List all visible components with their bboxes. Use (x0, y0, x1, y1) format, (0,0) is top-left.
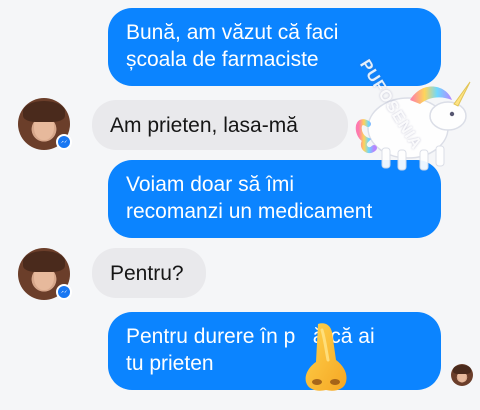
messenger-icon (56, 134, 72, 150)
chat-thread: Bună, am văzut că faci școala de farmaci… (0, 0, 480, 410)
contact-avatar[interactable] (18, 248, 72, 300)
contact-avatar[interactable] (18, 98, 72, 150)
message-text: Bună, am văzut că faci (126, 21, 339, 44)
message-bubble-outgoing[interactable]: Pentru durere în p ă că ai tu prieten (108, 312, 441, 390)
message-text: recomanzi un medicament (126, 200, 373, 223)
seen-avatar-icon (451, 364, 473, 386)
message-bubble-incoming[interactable]: Pentru? (92, 248, 206, 298)
message-text: Pentru? (110, 262, 184, 285)
nose-emoji-icon (305, 323, 347, 391)
message-text: tu prieten (126, 352, 214, 375)
message-bubble-incoming[interactable]: Am prieten, lasa-mă (92, 100, 348, 150)
message-text: Pentru durere în p ă că ai (126, 325, 375, 348)
message-text: Am prieten, lasa-mă (110, 114, 298, 137)
messenger-icon (56, 284, 72, 300)
